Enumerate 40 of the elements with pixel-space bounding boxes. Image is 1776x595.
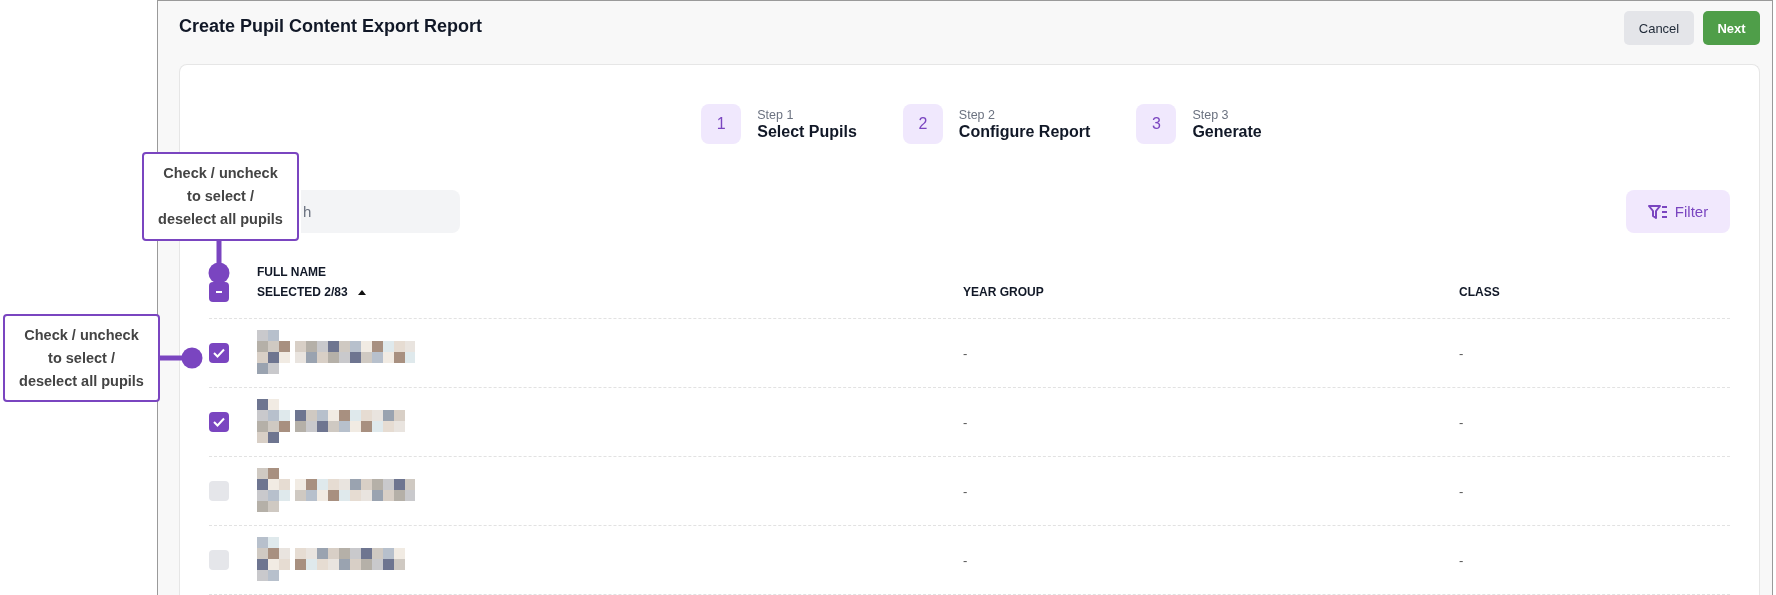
step-number: 1 — [701, 104, 742, 144]
search-field[interactable]: h — [301, 190, 460, 233]
callout: Check / uncheck to select / deselect all pupils — [142, 152, 299, 241]
table-cell: - — [963, 483, 968, 499]
table-cell: - — [963, 345, 968, 361]
sort-arrow-icon[interactable] — [357, 289, 366, 295]
filter-button[interactable]: Filter — [1626, 190, 1730, 233]
callout: Check / uncheck to select / deselect all pupils — [3, 314, 160, 402]
check-icon — [213, 348, 225, 358]
column-header: SELECTED 2/83 — [257, 284, 348, 301]
step-caption: Step 3 — [1192, 107, 1230, 122]
table-cell: - — [1459, 552, 1464, 568]
step-number: 3 — [1136, 104, 1177, 144]
step-caption: Step 1 — [757, 107, 795, 122]
table-cell: - — [1459, 345, 1464, 361]
row-checkbox[interactable] — [209, 343, 229, 363]
table-cell: - — [963, 414, 968, 430]
check-icon — [213, 417, 225, 427]
row-checkbox[interactable] — [209, 550, 229, 570]
row-checkbox[interactable] — [209, 481, 229, 501]
leader-line — [160, 347, 203, 369]
next-button[interactable]: Next — [1703, 11, 1760, 45]
step-label: Configure Report — [958, 122, 1091, 141]
row-checkbox[interactable] — [209, 412, 229, 432]
column-header: CLASS — [1459, 284, 1500, 301]
table-cell: - — [1459, 414, 1464, 430]
table-cell: - — [1459, 483, 1464, 499]
table-cell: - — [963, 552, 968, 568]
cancel-button[interactable]: Cancel — [1624, 11, 1694, 45]
leader-line — [208, 241, 230, 284]
minus-icon — [216, 291, 222, 293]
window-title: Create Pupil Content Export Report — [179, 16, 483, 37]
column-header: YEAR GROUP — [963, 284, 1044, 301]
select-all-checkbox[interactable] — [209, 282, 229, 302]
step-label: Generate — [1192, 122, 1262, 141]
step-number: 2 — [902, 104, 943, 144]
step-caption: Step 2 — [958, 107, 996, 122]
filter-icon — [1647, 203, 1668, 220]
column-header: FULL NAME — [257, 264, 327, 281]
step-label: Select Pupils — [757, 122, 857, 141]
